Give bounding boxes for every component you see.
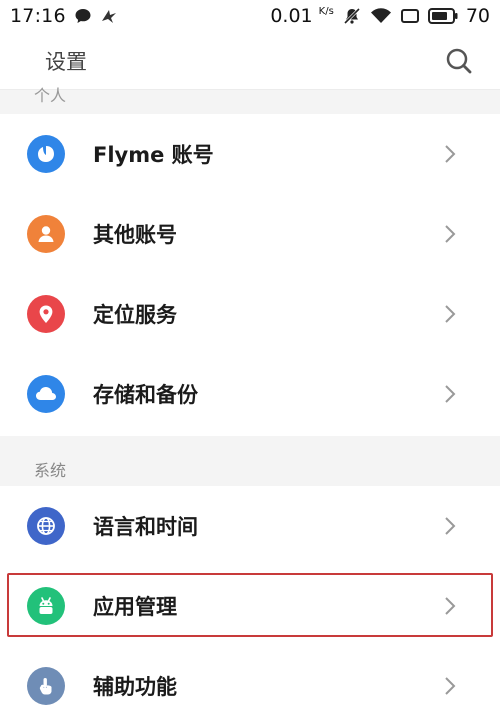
battery-level: 70 (465, 5, 490, 27)
settings-item-label: 存储和备份 (93, 383, 198, 407)
status-bar: 17:16 0.01 K/s 70 (0, 0, 500, 32)
android-icon (27, 587, 65, 625)
settings-item-label: 辅助功能 (93, 675, 177, 699)
status-right: 0.01 K/s 70 (270, 5, 490, 27)
speed-value: 0.01 (270, 5, 313, 27)
globe-icon (27, 507, 65, 545)
settings-item-other-accounts[interactable]: 其他账号 (0, 194, 500, 274)
speed-unit: K/s (318, 6, 334, 17)
section-label-system: 系统 (34, 461, 67, 480)
chevron-right-icon (442, 144, 458, 164)
settings-item-label: 应用管理 (93, 595, 177, 619)
location-pin-icon (27, 295, 65, 333)
settings-item-label: 其他账号 (93, 223, 177, 247)
bell-muted-icon (342, 6, 362, 26)
network-speed: 0.01 K/s (270, 5, 334, 27)
settings-item-label: 定位服务 (93, 303, 177, 327)
settings-item-label: 语言和时间 (93, 515, 198, 539)
chevron-right-icon (442, 596, 458, 616)
settings-item-app-management[interactable]: 应用管理 (0, 566, 500, 646)
search-button[interactable] (442, 44, 476, 78)
chevron-right-icon (442, 516, 458, 536)
settings-item-storage-backup[interactable]: 存储和备份 (0, 354, 500, 434)
settings-item-location[interactable]: 定位服务 (0, 274, 500, 354)
screen-rotate-icon (400, 7, 420, 25)
search-icon (446, 48, 472, 73)
chevron-right-icon (442, 676, 458, 696)
cloud-icon (27, 375, 65, 413)
wifi-icon (370, 7, 392, 25)
settings-item-language-time[interactable]: 语言和时间 (0, 486, 500, 566)
chevron-right-icon (442, 224, 458, 244)
settings-item-accessibility[interactable]: 辅助功能 (0, 646, 500, 711)
chat-bubble-icon (74, 7, 92, 25)
personal-group: Flyme 账号 其他账号 定位服务 存储和备份 (0, 114, 500, 436)
battery-icon (427, 8, 458, 24)
bird-notification-icon (100, 7, 118, 25)
settings-item-label: Flyme 账号 (93, 143, 214, 167)
hand-pointer-icon (27, 667, 65, 705)
status-left: 17:16 (10, 5, 118, 27)
chevron-right-icon (442, 304, 458, 324)
page-title: 设置 (45, 49, 87, 74)
chevron-right-icon (442, 384, 458, 404)
user-icon (27, 215, 65, 253)
section-label-personal: 个人 (34, 86, 67, 105)
app-header: 设置 (0, 32, 500, 90)
settings-item-flyme-account[interactable]: Flyme 账号 (0, 114, 500, 194)
system-group: 语言和时间 应用管理 辅助功能 (0, 486, 500, 711)
flyme-account-icon (27, 135, 65, 173)
status-time: 17:16 (10, 5, 66, 27)
